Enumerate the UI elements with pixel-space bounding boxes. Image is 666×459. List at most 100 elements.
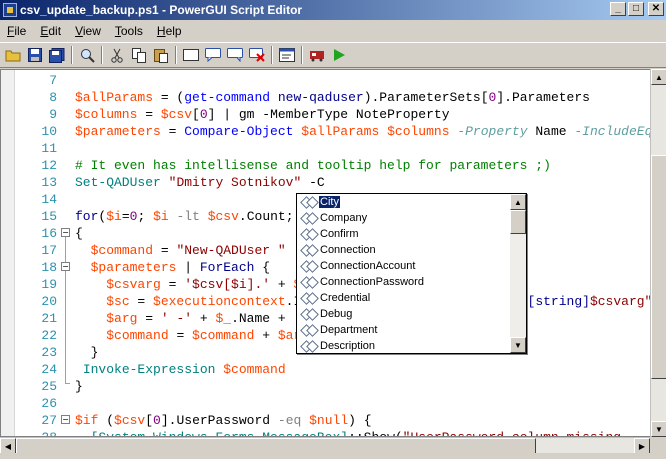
find-icon <box>80 48 95 63</box>
app-icon <box>3 3 17 17</box>
maximize-icon: □ <box>632 3 640 14</box>
intellisense-item-company[interactable]: Company <box>299 210 509 226</box>
fold-toggle[interactable]: − <box>61 228 70 237</box>
copy-button[interactable] <box>128 44 150 66</box>
property-icon <box>301 309 315 319</box>
scrollbar-corner <box>650 437 666 453</box>
intellisense-item-connectionpassword[interactable]: ConnectionPassword <box>299 274 509 290</box>
open-button[interactable] <box>2 44 24 66</box>
open-icon <box>5 50 21 62</box>
scroll-down-button[interactable]: ▼ <box>651 421 666 437</box>
clear-icon <box>249 48 265 62</box>
fold-toggle[interactable]: − <box>61 415 70 424</box>
run-button[interactable] <box>328 44 350 66</box>
menu-view[interactable]: View <box>68 24 108 38</box>
code-line: 28 [System.Windows.Forms.MessageBox]::Sh… <box>1 429 651 436</box>
code-line: 24 Invoke-Expression $command <box>41 362 286 377</box>
close-button[interactable]: ✕ <box>648 2 664 16</box>
toolbar-separator <box>175 46 177 64</box>
save-button[interactable] <box>24 44 46 66</box>
window-controls: _ □ ✕ <box>610 2 664 16</box>
code-line: 8 $allParams = (get-command new-qaduser).… <box>49 90 590 105</box>
intellisense-item-debug[interactable]: Debug <box>299 306 509 322</box>
horizontal-scrollbar[interactable]: ◀ ▶ <box>0 437 650 454</box>
fold-toggle[interactable]: − <box>61 262 70 271</box>
arrow-left-icon: ◀ <box>4 441 12 451</box>
code-line: 11 <box>41 141 57 156</box>
scroll-thumb[interactable] <box>651 155 666 379</box>
code-line: 26 <box>41 396 57 411</box>
code-line: 27− $if ($csv[0].UserPassword -eq $null) … <box>41 413 372 428</box>
toolbar-separator <box>71 46 73 64</box>
arrow-down-icon: ▼ <box>655 424 663 434</box>
intellisense-item-description[interactable]: Description <box>299 338 509 353</box>
property-icon <box>301 197 315 207</box>
find-button[interactable] <box>76 44 98 66</box>
debug-button[interactable] <box>306 44 328 66</box>
scroll-thumb[interactable] <box>510 210 526 234</box>
save-all-button[interactable] <box>46 44 68 66</box>
clear-button[interactable] <box>246 44 268 66</box>
maximize-button[interactable]: □ <box>628 2 644 16</box>
scroll-up-button[interactable]: ▲ <box>651 69 666 85</box>
property-icon <box>301 293 315 303</box>
scroll-down-button[interactable]: ▼ <box>510 337 526 353</box>
intellisense-item-credential[interactable]: Credential <box>299 290 509 306</box>
intellisense-item-confirm[interactable]: Confirm <box>299 226 509 242</box>
code-line: 12 # It even has intellisense and tooltip… <box>41 158 551 173</box>
cut-button[interactable] <box>106 44 128 66</box>
scroll-up-button[interactable]: ▲ <box>510 194 526 210</box>
toolbar <box>0 42 666 68</box>
property-icon <box>301 229 315 239</box>
snippet-icon <box>279 48 295 62</box>
paste-button[interactable] <box>150 44 172 66</box>
save-all-icon <box>49 47 65 63</box>
title-bar: csv_update_backup.ps1 - PowerGUI Script … <box>0 0 666 20</box>
intellisense-item-department[interactable]: Department <box>299 322 509 338</box>
minimize-icon: _ <box>615 3 621 14</box>
intellisense-popup[interactable]: City Company Confirm Connection Connecti… <box>296 193 527 354</box>
run-icon <box>334 49 345 61</box>
arrow-up-icon: ▲ <box>655 72 663 82</box>
copy-icon <box>131 47 146 63</box>
code-line: 25} <box>41 379 83 394</box>
code-line: 13 Set-QADUser "Dmitry Sotnikov" -C <box>41 175 325 190</box>
menu-bar: File Edit View Tools Help <box>0 21 666 41</box>
minimize-button[interactable]: _ <box>610 2 626 16</box>
arrow-up-icon: ▲ <box>514 197 522 207</box>
close-icon: ✕ <box>651 3 661 14</box>
property-icon <box>301 245 315 255</box>
window-title: csv_update_backup.ps1 - PowerGUI Script … <box>20 3 303 17</box>
property-icon <box>301 213 315 223</box>
menu-tools[interactable]: Tools <box>108 24 150 38</box>
save-icon <box>28 48 42 62</box>
menu-help[interactable]: Help <box>150 24 189 38</box>
property-icon <box>301 341 315 351</box>
code-line: 7 <box>49 73 57 88</box>
comment-button[interactable] <box>202 44 224 66</box>
scroll-thumb[interactable] <box>16 438 536 454</box>
uncomment-icon <box>227 48 243 62</box>
menu-file[interactable]: File <box>0 24 33 38</box>
uncomment-button[interactable] <box>224 44 246 66</box>
toolbar-separator <box>301 46 303 64</box>
menu-edit[interactable]: Edit <box>33 24 68 38</box>
intellisense-item-connectionaccount[interactable]: ConnectionAccount <box>299 258 509 274</box>
toolbar-separator <box>101 46 103 64</box>
new-tab-button[interactable] <box>180 44 202 66</box>
property-icon <box>301 325 315 335</box>
snippet-button[interactable] <box>276 44 298 66</box>
scroll-left-button[interactable]: ◀ <box>0 438 16 454</box>
intellisense-item-city[interactable]: City <box>299 194 509 210</box>
intellisense-scrollbar[interactable]: ▲ ▼ <box>510 194 526 353</box>
cut-icon <box>111 48 123 63</box>
intellisense-item-connection[interactable]: Connection <box>299 242 509 258</box>
code-line: 10 $parameters = Compare-Object $allParam… <box>41 124 666 139</box>
debug-icon <box>310 51 324 62</box>
toolbar-separator <box>271 46 273 64</box>
code-text: $allParams = (get-command new-qaduser).P… <box>75 90 590 105</box>
scroll-right-button[interactable]: ▶ <box>634 438 650 454</box>
vertical-scrollbar[interactable]: ▲ ▼ <box>650 69 666 437</box>
arrow-right-icon: ▶ <box>638 441 646 451</box>
new-tab-icon <box>183 49 199 61</box>
